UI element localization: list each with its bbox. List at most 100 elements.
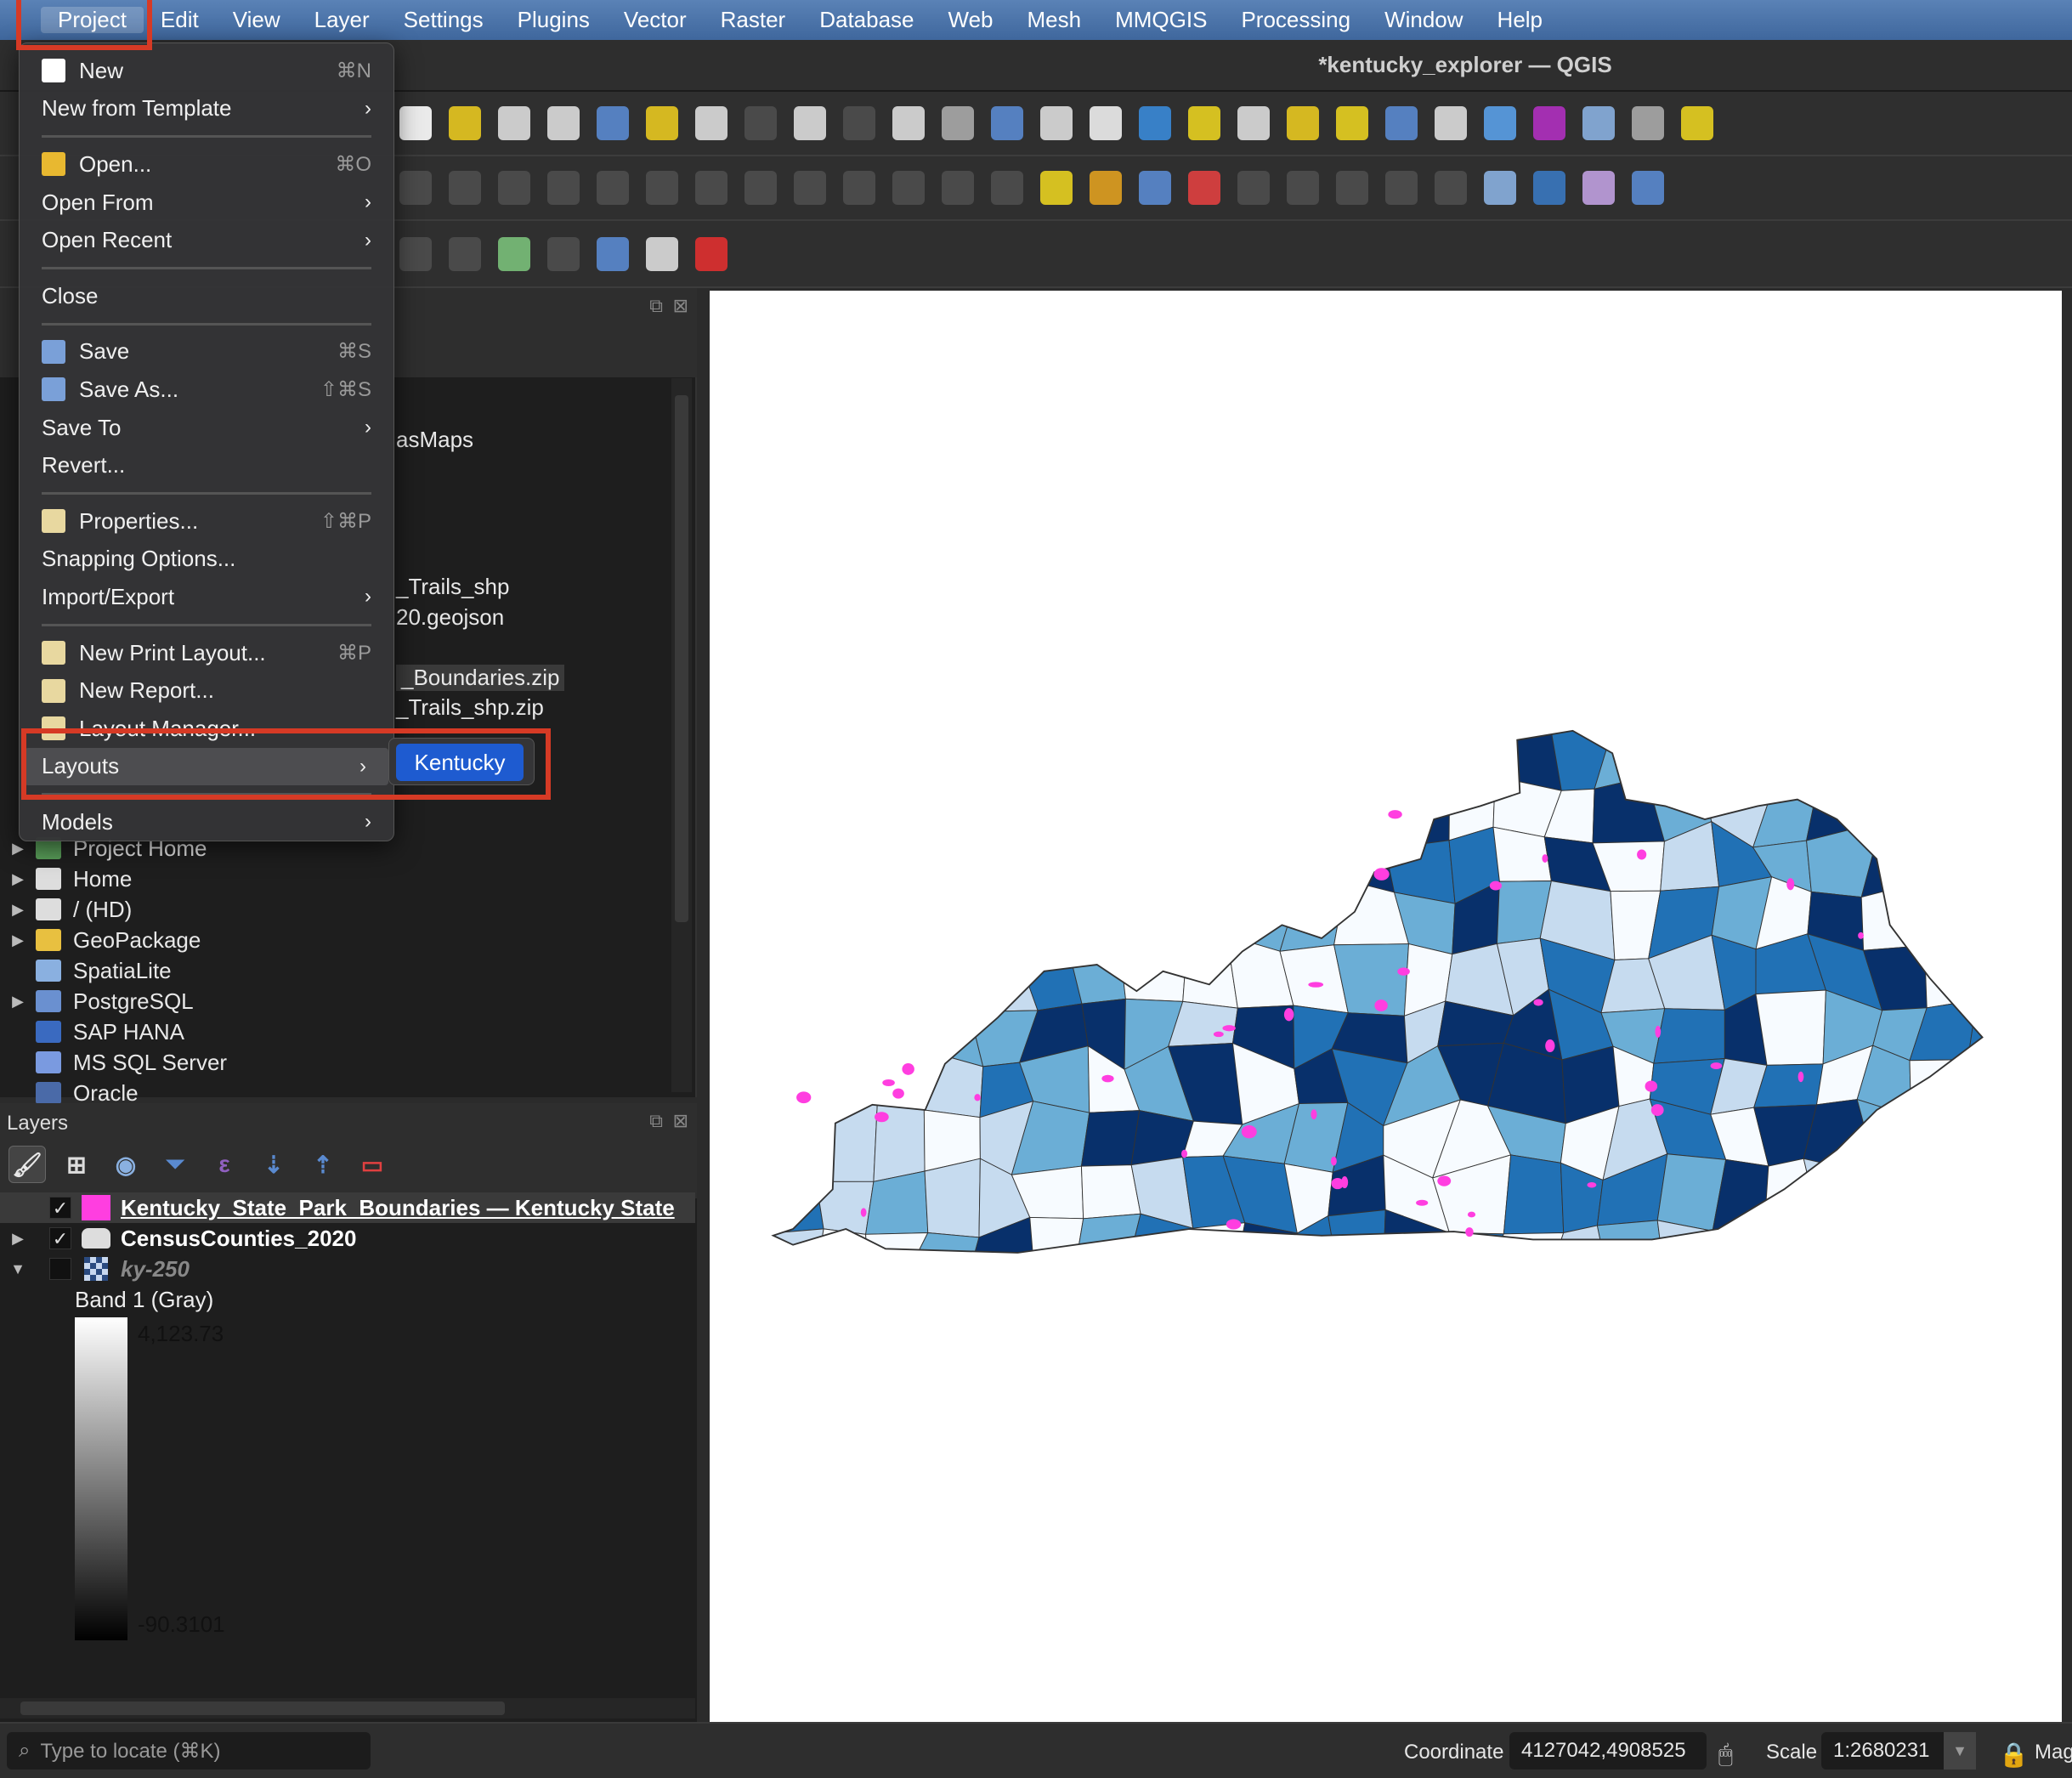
filter-legend-icon[interactable]: ⏷	[156, 1146, 194, 1183]
pan-icon[interactable]	[399, 106, 432, 140]
layer-checkbox[interactable]: ✓	[49, 1197, 71, 1219]
new-map-view-icon[interactable]	[892, 106, 925, 140]
add-group-icon[interactable]: ⊞	[58, 1146, 95, 1183]
attribute-table-icon[interactable]	[1435, 106, 1467, 140]
visibility-eye-icon[interactable]: ◉	[107, 1146, 144, 1183]
mouse-toggle-icon[interactable]: 🖱	[1718, 1741, 1733, 1769]
new-3d-view-icon[interactable]	[942, 106, 974, 140]
menu-mesh[interactable]: Mesh	[1011, 7, 1099, 33]
refresh-icon[interactable]	[1139, 106, 1171, 140]
globe-icon[interactable]	[1484, 171, 1516, 205]
tool-icon[interactable]	[646, 236, 678, 271]
add-polygon-icon[interactable]	[597, 171, 629, 205]
deselect-icon[interactable]	[1287, 106, 1319, 140]
temporal-icon[interactable]	[1090, 106, 1122, 140]
remove-layer-icon[interactable]: ▭	[354, 1146, 391, 1183]
zoom-last-icon[interactable]	[794, 106, 826, 140]
menu-item-properties[interactable]: Properties... ⇧⌘P	[20, 502, 393, 541]
locator-search-input[interactable]: ⌕ Type to locate (⌘K)	[7, 1732, 371, 1770]
menu-item-import-export[interactable]: Import/Export ›	[20, 578, 393, 616]
zoom-native-icon[interactable]	[744, 106, 777, 140]
add-feature-icon[interactable]	[449, 236, 481, 271]
menu-plugins[interactable]: Plugins	[501, 7, 607, 33]
show-bookmarks-icon[interactable]	[1040, 106, 1073, 140]
expand-arrow-icon[interactable]: ▶	[0, 1230, 36, 1248]
label-pin-icon[interactable]	[1139, 171, 1171, 205]
grid-icon[interactable]	[1582, 171, 1615, 205]
browser-item[interactable]: ▶ / (HD)	[0, 894, 132, 925]
copy-icon[interactable]	[843, 171, 875, 205]
annotation-icon[interactable]	[1681, 106, 1713, 140]
toggle-edit-icon[interactable]	[449, 171, 481, 205]
menu-edit[interactable]: Edit	[144, 7, 216, 33]
browser-item-partial[interactable]: asMaps	[396, 427, 473, 453]
layer-row-counties[interactable]: ▶ ✓ CensusCounties_2020	[0, 1223, 356, 1254]
browser-item[interactable]: SpatiaLite	[0, 955, 172, 986]
digitize-tool-icon[interactable]	[399, 236, 432, 271]
layer-row-raster[interactable]: ▼ ✓ ky-250	[0, 1254, 190, 1284]
browser-scrollbar[interactable]	[671, 378, 692, 1092]
browser-item[interactable]: SAP HANA	[0, 1016, 184, 1047]
save-edits-icon[interactable]	[498, 171, 530, 205]
measure-icon[interactable]	[1632, 106, 1664, 140]
menu-web[interactable]: Web	[931, 7, 1011, 33]
zoom-full-icon[interactable]	[597, 106, 629, 140]
menu-item-close[interactable]: Close	[20, 277, 393, 315]
expand-arrow-icon[interactable]: ▶	[0, 901, 36, 919]
scale-dropdown-icon[interactable]: ▼	[1944, 1732, 1976, 1770]
menu-item-save-to[interactable]: Save To ›	[20, 409, 393, 447]
float-panel-icon[interactable]: ⧉	[649, 1110, 663, 1132]
digitize-icon[interactable]	[547, 171, 580, 205]
menu-item-open[interactable]: Open... ⌘O	[20, 145, 393, 184]
menu-item-new-print-layout[interactable]: New Print Layout... ⌘P	[20, 634, 393, 672]
label-rotate-icon[interactable]	[1336, 171, 1368, 205]
menu-item-new[interactable]: New ⌘N	[20, 52, 393, 90]
menu-settings[interactable]: Settings	[387, 7, 501, 33]
table-icon[interactable]	[1582, 106, 1615, 140]
expand-arrow-icon[interactable]: ▶	[0, 840, 36, 858]
split-icon[interactable]	[547, 236, 580, 271]
label-red-icon[interactable]	[1188, 171, 1220, 205]
expand-arrow-icon[interactable]: ▶	[0, 993, 36, 1011]
help-icon[interactable]	[1632, 171, 1664, 205]
layer-row-parks[interactable]: ✓ Kentucky_State_Park_Boundaries — Kentu…	[0, 1192, 695, 1223]
menu-item-models[interactable]: Models ›	[20, 803, 393, 841]
filter-expression-icon[interactable]: ε	[206, 1146, 243, 1183]
add-ring-icon[interactable]	[498, 236, 530, 271]
menu-item-new-report[interactable]: New Report...	[20, 671, 393, 710]
close-panel-icon[interactable]: ⊠	[673, 1110, 688, 1132]
zoom-next-icon[interactable]	[843, 106, 875, 140]
label-move-icon[interactable]	[1287, 171, 1319, 205]
browser-item[interactable]: ▶ PostgreSQL	[0, 986, 194, 1016]
menu-database[interactable]: Database	[802, 7, 931, 33]
zoom-to-selection-icon[interactable]	[646, 106, 678, 140]
settings-icon[interactable]	[1484, 106, 1516, 140]
expand-all-icon[interactable]: ⇣	[255, 1146, 292, 1183]
menu-layer[interactable]: Layer	[297, 7, 387, 33]
layers-hscrollbar[interactable]	[0, 1698, 695, 1719]
bookmark-icon[interactable]	[991, 106, 1023, 140]
menu-item-new-from-template[interactable]: New from Template ›	[20, 90, 393, 128]
label-change-icon[interactable]	[1385, 171, 1418, 205]
zoom-to-layer-icon[interactable]	[695, 106, 727, 140]
paste-icon[interactable]	[892, 171, 925, 205]
menu-processing[interactable]: Processing	[1224, 7, 1367, 33]
style-manager-icon[interactable]: 🖌	[8, 1146, 46, 1183]
menu-item-open-recent[interactable]: Open Recent ›	[20, 221, 393, 259]
cut-icon[interactable]	[794, 171, 826, 205]
redo-icon[interactable]	[991, 171, 1023, 205]
menu-mmqgis[interactable]: MMQGIS	[1098, 7, 1224, 33]
float-panel-icon[interactable]: ⧉	[649, 295, 663, 317]
coordinate-field[interactable]: 4127042,4908525	[1509, 1732, 1707, 1770]
identify-icon[interactable]	[1385, 106, 1418, 140]
expand-arrow-icon[interactable]: ▶	[0, 931, 36, 949]
menu-vector[interactable]: Vector	[607, 7, 704, 33]
menu-item-open-from[interactable]: Open From ›	[20, 184, 393, 222]
collapse-all-icon[interactable]: ⇡	[304, 1146, 342, 1183]
info-icon[interactable]	[597, 236, 629, 271]
menu-window[interactable]: Window	[1367, 7, 1480, 33]
zoom-in-icon[interactable]	[498, 106, 530, 140]
label-show-icon[interactable]	[1237, 171, 1270, 205]
diagram-icon[interactable]	[1090, 171, 1122, 205]
zoom-out-icon[interactable]	[547, 106, 580, 140]
